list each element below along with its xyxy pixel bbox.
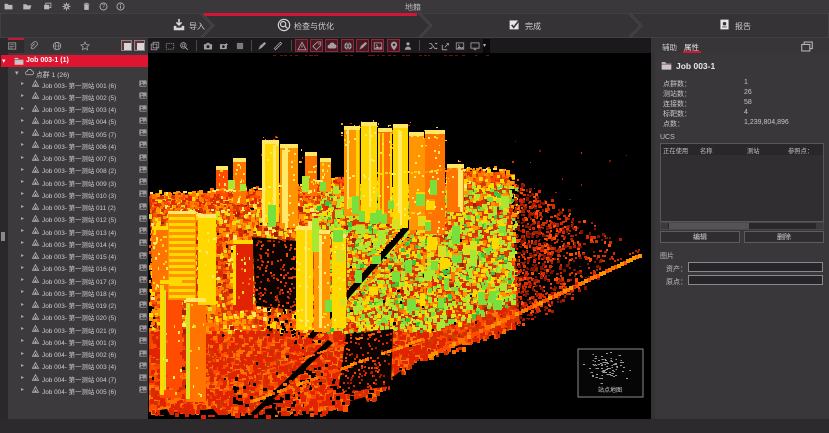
svg-text:?: ? [102,4,105,10]
svg-text:站点地图: 站点地图 [598,386,622,394]
